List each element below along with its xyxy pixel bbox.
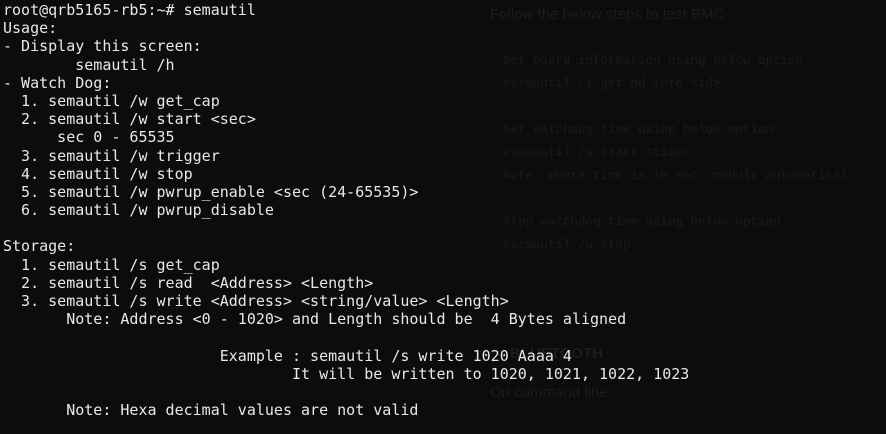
terminal-line: Note: Hexa decimal values are not valid <box>3 401 419 420</box>
terminal-line: 5. semautil /w pwrup_enable <sec (24-655… <box>3 182 419 201</box>
terminal-line: Storage: <box>3 237 76 256</box>
terminal-output[interactable]: root@qrb5165-rb5:~# semautil Usage: - Disp… <box>3 1 689 419</box>
terminal-line: semautil /h <box>3 55 175 74</box>
terminal-line: - Watch Dog: <box>3 73 112 92</box>
terminal-line: - Display this screen: <box>3 37 202 56</box>
terminal-line: 2. semautil /w start <sec> <box>3 110 256 129</box>
terminal-line: sec 0 - 65535 <box>3 128 175 147</box>
terminal-line: 3. semautil /w trigger <box>3 146 220 165</box>
terminal-line: 3. semautil /s write <Address> <string/v… <box>3 292 509 310</box>
terminal-line: Example : semautil /s write 1020 Aaaa 4 <box>3 346 572 365</box>
terminal-line: 6. semautil /w pwrup_disable <box>3 201 274 220</box>
terminal-line: 1. semautil /w get_cap <box>3 91 220 110</box>
terminal-line: 1. semautil /s get_cap <box>3 255 220 274</box>
terminal-line: 2. semautil /s read <Address> <Length> <box>3 273 374 292</box>
terminal-prompt-line: root@qrb5165-rb5:~# semautil <box>3 1 256 19</box>
terminal-line: It will be written to 1020, 1021, 1022, … <box>3 364 690 383</box>
terminal-line: Usage: <box>3 19 58 38</box>
terminal-line: Note: Address <0 - 1020> and Length shou… <box>3 310 627 329</box>
terminal-line: 4. semautil /w stop <box>3 164 193 183</box>
